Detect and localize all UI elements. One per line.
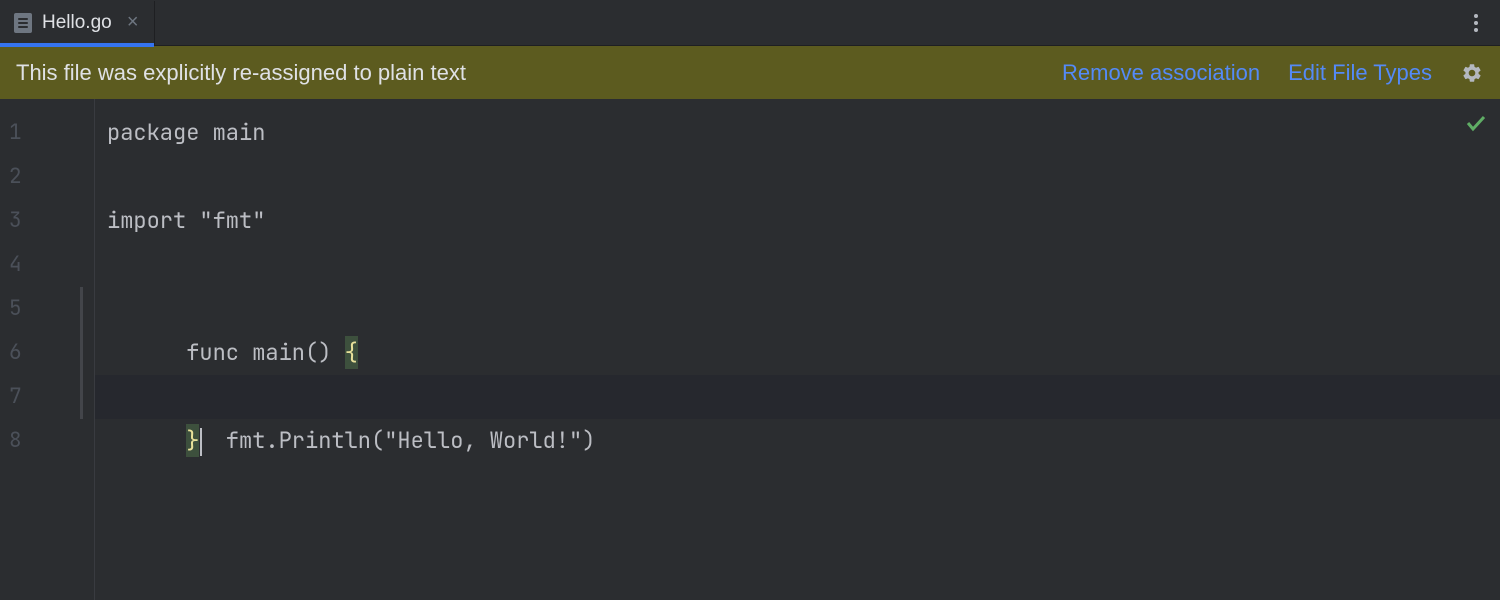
code-line[interactable]: func main() { <box>95 287 1500 331</box>
close-tab-icon[interactable]: × <box>122 12 144 34</box>
edit-file-types-link[interactable]: Edit File Types <box>1288 60 1432 86</box>
tab-overflow-menu-icon[interactable] <box>1464 11 1488 35</box>
tab-hello-go[interactable]: Hello.go × <box>0 1 155 45</box>
tab-label: Hello.go <box>42 12 112 34</box>
line-number[interactable]: 8 <box>0 419 94 463</box>
gear-icon[interactable] <box>1460 61 1484 85</box>
code-line-current[interactable]: } <box>95 375 1500 419</box>
fold-indicator[interactable] <box>80 375 83 419</box>
line-number[interactable]: 4 <box>0 243 94 287</box>
editor-area: 1 2 3 4 5 6 7 8 package main import "fmt… <box>0 99 1500 600</box>
code-line[interactable]: import "fmt" <box>95 199 1500 243</box>
code-line[interactable] <box>95 155 1500 199</box>
code-line[interactable] <box>95 243 1500 287</box>
tab-bar: Hello.go × <box>0 0 1500 46</box>
remove-association-link[interactable]: Remove association <box>1062 60 1260 86</box>
code-line[interactable]: package main <box>95 111 1500 155</box>
code-line[interactable]: fmt.Println("Hello, World!") <box>95 331 1500 375</box>
code-area[interactable]: package main import "fmt" func main() { … <box>95 99 1500 600</box>
check-ok-icon[interactable] <box>1464 111 1488 135</box>
code-line[interactable] <box>95 419 1500 463</box>
notification-message: This file was explicitly re-assigned to … <box>16 60 1034 86</box>
line-number[interactable]: 1 <box>0 111 94 155</box>
intention-bulb-icon[interactable] <box>123 344 141 362</box>
fold-indicator[interactable] <box>80 331 83 375</box>
fold-indicator[interactable] <box>80 287 83 331</box>
line-number[interactable]: 3 <box>0 199 94 243</box>
notification-bar: This file was explicitly re-assigned to … <box>0 46 1500 99</box>
line-number[interactable]: 2 <box>0 155 94 199</box>
file-icon <box>14 13 32 33</box>
